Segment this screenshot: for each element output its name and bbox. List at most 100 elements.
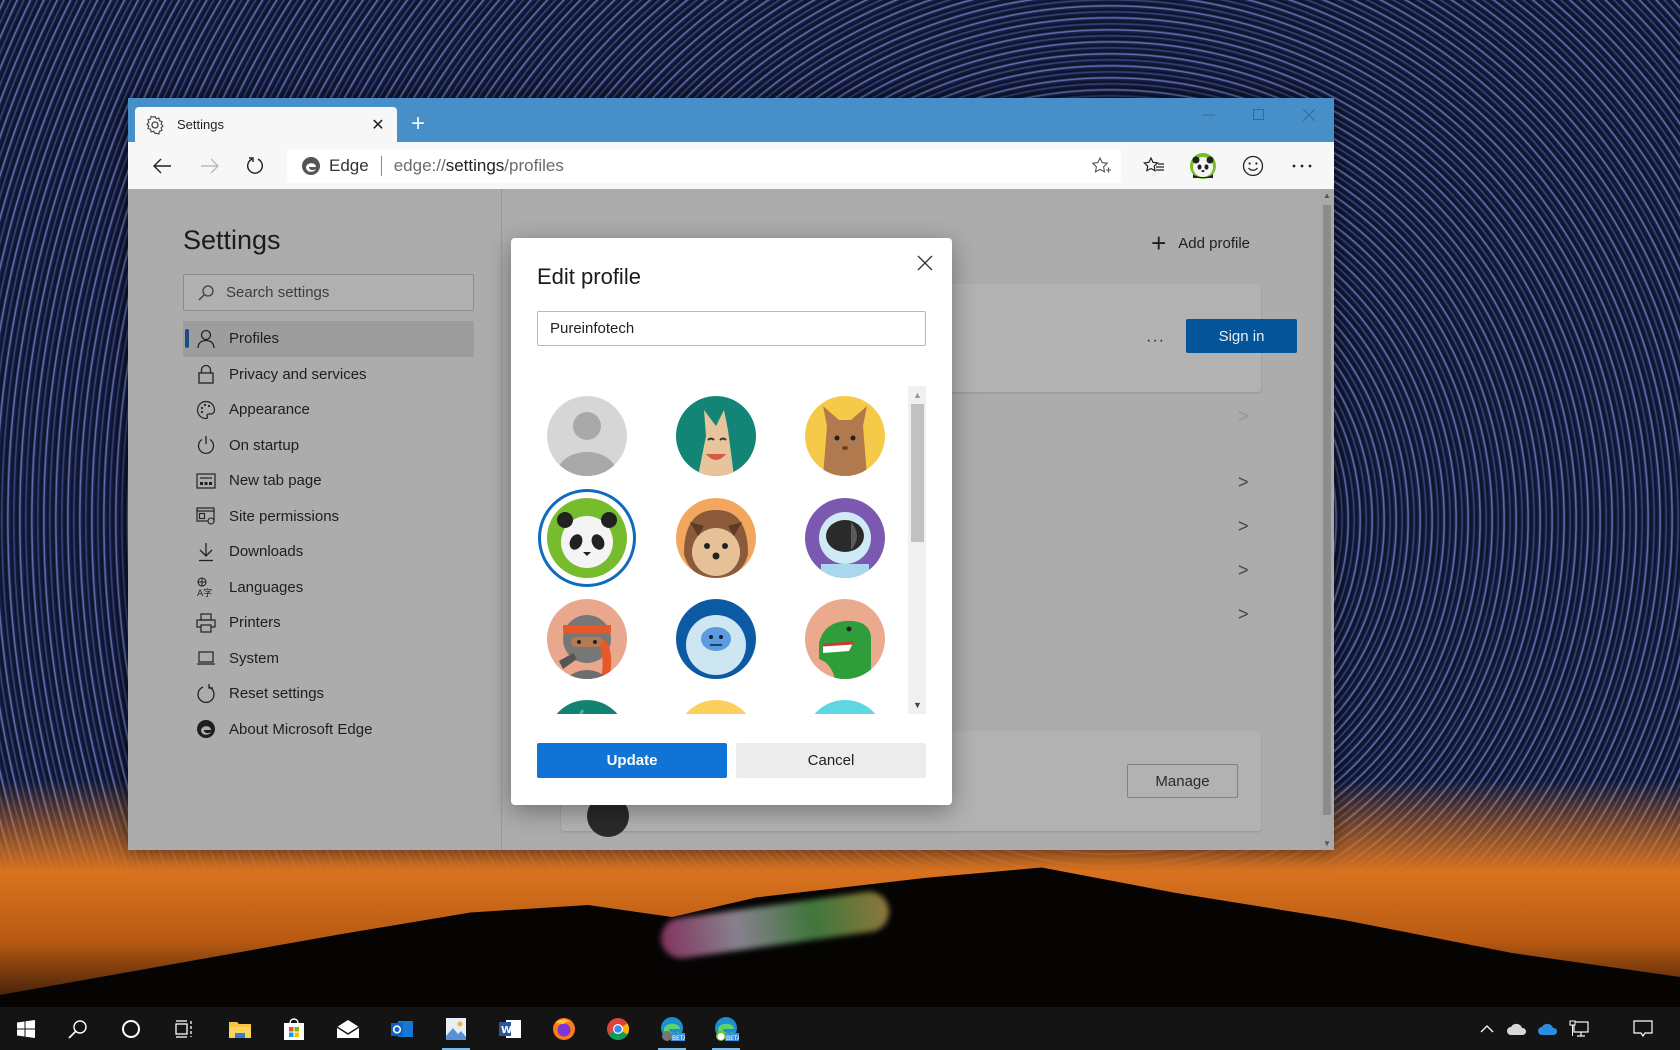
edge-beta-button-2[interactable]: BETA [702,1007,750,1050]
add-favorite-star-icon[interactable] [1091,156,1111,181]
manage-button[interactable]: Manage [1127,764,1238,798]
profile-name-input[interactable] [537,311,926,346]
title-bar[interactable]: Settings ✕ + [128,98,1334,142]
sidebar-item-new-tab-page[interactable]: New tab page [183,463,474,499]
reset-icon [195,683,217,705]
file-explorer-button[interactable] [216,1007,264,1050]
network-button[interactable] [1564,1007,1594,1050]
refresh-button[interactable] [239,150,271,182]
ninja-avatar-icon [559,615,612,679]
windows-start-icon [17,1019,35,1038]
tab-settings[interactable]: Settings ✕ [135,107,397,142]
avatar-option-hedgehog[interactable] [676,498,756,578]
chrome-button[interactable] [594,1007,642,1050]
tab-close-icon[interactable]: ✕ [369,115,387,135]
chevron-right-icon[interactable]: > [1238,604,1249,625]
scroll-up-icon[interactable]: ▲ [1323,191,1331,200]
sidebar-item-site-permissions[interactable]: Site permissions [183,499,474,535]
update-button[interactable]: Update [537,743,727,778]
sidebar-item-about-edge[interactable]: About Microsoft Edge [183,712,474,748]
chevron-right-icon[interactable]: > [1238,406,1249,427]
edge-beta-button-1[interactable]: BETA [648,1007,696,1050]
onedrive-business-button[interactable] [1533,1007,1563,1050]
forward-arrow-icon [201,158,219,174]
sidebar-item-reset-settings[interactable]: Reset settings [183,676,474,712]
avatar-scrollbar[interactable]: ▲ ▼ [908,386,926,714]
avatar-option-cyan-avatar[interactable] [805,700,885,714]
maximize-button[interactable] [1234,98,1284,132]
sidebar-item-privacy[interactable]: Privacy and services [183,357,474,393]
profile-more-button[interactable]: ··· [1146,332,1165,350]
feedback-smiley-icon[interactable] [1237,150,1269,182]
avatar-option-yeti[interactable] [676,599,756,679]
url-host: settings [445,156,505,175]
sidebar-item-on-startup[interactable]: On startup [183,428,474,464]
close-window-button[interactable] [1284,98,1334,132]
task-view-button[interactable] [160,1007,208,1050]
sign-in-button[interactable]: Sign in [1186,319,1297,353]
search-button[interactable] [54,1007,102,1050]
sidebar-item-label: On startup [229,436,300,454]
sidebar-item-appearance[interactable]: Appearance [183,392,474,428]
add-profile-button[interactable]: + Add profile [1151,228,1250,258]
photos-button[interactable] [432,1007,480,1050]
outlook-button[interactable] [378,1007,426,1050]
forward-button[interactable] [194,150,226,182]
search-settings-input[interactable]: Search settings [183,274,474,311]
minimize-button[interactable] [1184,98,1234,132]
mail-button[interactable] [324,1007,372,1050]
word-icon: W [499,1019,521,1038]
scroll-up-icon[interactable]: ▲ [913,390,922,400]
firefox-button[interactable] [540,1007,588,1050]
sidebar-item-system[interactable]: System [183,641,474,677]
avatar-option-astronaut[interactable] [805,498,885,578]
avatar-option-yellow-avatar[interactable] [676,700,756,714]
sidebar-item-label: Downloads [229,543,304,561]
avatar-option-cat[interactable] [805,396,885,476]
avatar-option-ninja[interactable] [547,599,627,679]
action-center-button[interactable] [1628,1007,1658,1050]
sidebar-item-label: Reset settings [229,685,325,703]
outlook-icon [391,1020,413,1037]
svg-text:BETA: BETA [726,1035,739,1042]
sidebar-item-downloads[interactable]: Downloads [183,534,474,570]
start-button[interactable] [2,1007,50,1050]
sidebar-item-profiles[interactable]: Profiles [183,321,474,357]
favorites-list-icon[interactable] [1138,150,1170,182]
word-button[interactable]: W [486,1007,534,1050]
printer-icon [195,612,217,634]
url-suffix: /profiles [504,156,564,175]
avatar-option-dog[interactable] [676,396,756,476]
scrollbar-thumb[interactable] [1323,205,1331,815]
new-tab-button[interactable]: + [403,110,433,140]
palette-icon [195,399,217,421]
address-bar[interactable]: Edge edge://settings/profiles [287,149,1121,183]
more-menu-icon[interactable] [1286,150,1318,182]
back-button[interactable] [146,150,178,182]
avatar-option-panda[interactable] [547,498,627,578]
show-hidden-icons-button[interactable] [1472,1007,1502,1050]
tab-title: Settings [177,117,224,132]
scroll-down-icon[interactable]: ▼ [1323,839,1331,848]
sidebar-item-languages[interactable]: A字 Languages [183,570,474,606]
dialog-close-icon[interactable] [910,248,940,278]
sidebar-item-printers[interactable]: Printers [183,605,474,641]
settings-sidebar: Settings Search settings Profiles Privac… [128,189,502,850]
avatar-option-teal-avatar[interactable] [547,700,627,714]
onedrive-personal-button[interactable] [1502,1007,1532,1050]
task-view-icon [175,1019,192,1038]
scroll-down-icon[interactable]: ▼ [913,700,922,710]
chevron-right-icon[interactable]: > [1238,560,1249,581]
profile-avatar-icon[interactable] [1187,150,1219,182]
plus-icon: + [1151,228,1167,258]
avatar-option-default-person[interactable] [547,396,627,476]
panda-avatar-icon [547,512,627,578]
cancel-button[interactable]: Cancel [736,743,926,778]
chevron-right-icon[interactable]: > [1238,472,1249,493]
cortana-button[interactable] [107,1007,155,1050]
page-scrollbar[interactable]: ▲ ▼ [1320,189,1334,850]
store-button[interactable] [270,1007,318,1050]
scrollbar-thumb[interactable] [911,404,924,542]
avatar-option-dinosaur[interactable] [805,599,885,679]
chevron-right-icon[interactable]: > [1238,516,1249,537]
